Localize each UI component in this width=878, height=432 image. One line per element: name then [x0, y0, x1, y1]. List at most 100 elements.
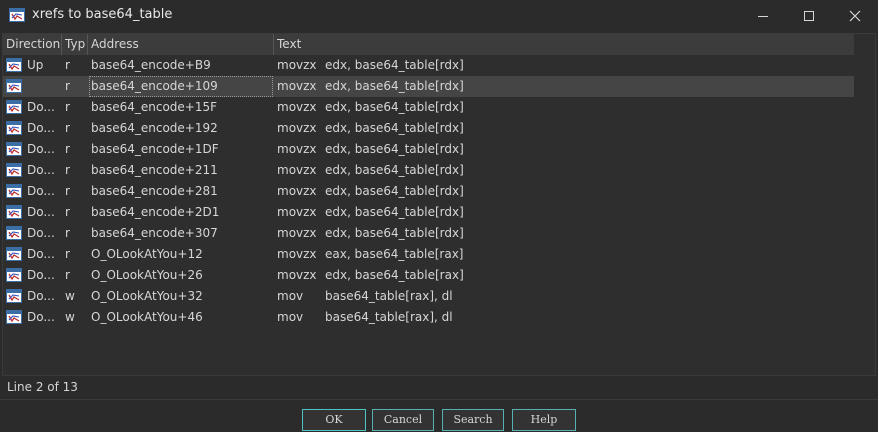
- cell-direction: Up: [27, 58, 44, 72]
- vertical-scrollbar[interactable]: [854, 34, 875, 375]
- column-header-type[interactable]: Typ: [62, 34, 88, 55]
- list-header: Direction Typ Address Text: [3, 34, 855, 55]
- window-title: xrefs to base64_table: [32, 7, 173, 22]
- cell-direction: Do...: [27, 268, 55, 282]
- xref-row-icon: [6, 163, 22, 177]
- cell-operands: edx, base64_table[rdx]: [325, 226, 464, 240]
- xref-window-icon: [9, 8, 25, 22]
- cell-type: r: [65, 205, 70, 219]
- cell-mnemonic: movzx: [277, 226, 317, 240]
- cell-address: O_OLookAtYou+12: [91, 247, 203, 261]
- search-button[interactable]: Search: [442, 409, 504, 431]
- list-rows: Up r base64_encode+B9 movzx edx, base64_tabl…: [3, 55, 855, 328]
- cell-direction: [27, 76, 61, 97]
- xref-row-icon: [6, 58, 22, 72]
- cell-operands: edx, base64_table[rdx]: [325, 100, 464, 114]
- cell-mnemonic: mov: [277, 289, 304, 303]
- table-row[interactable]: Do... r base64_encode+211 movzx edx, base64_…: [3, 160, 855, 181]
- cell-mnemonic: movzx: [277, 121, 317, 135]
- cell-operands: edx, base64_table[rdx]: [325, 58, 464, 72]
- xref-row-icon: [6, 205, 22, 219]
- cell-mnemonic: movzx: [277, 205, 317, 219]
- minimize-button[interactable]: [740, 0, 786, 31]
- table-row[interactable]: r base64_encode+109 movzx edx, base64_table…: [3, 76, 855, 97]
- xrefs-list[interactable]: Direction Typ Address Text Up r base64_enc…: [2, 33, 876, 376]
- cell-address: base64_encode+281: [91, 184, 218, 198]
- title-bar: xrefs to base64_table: [0, 0, 878, 31]
- xref-row-icon: [6, 79, 22, 93]
- cell-direction: Do...: [27, 100, 55, 114]
- cell-direction: Do...: [27, 247, 55, 261]
- cell-address: base64_encode+2D1: [91, 205, 220, 219]
- cell-direction: Do...: [27, 226, 55, 240]
- close-button[interactable]: [832, 0, 878, 31]
- cell-direction: Do...: [27, 289, 55, 303]
- table-row[interactable]: Do... r base64_encode+307 movzx edx, base64_…: [3, 223, 855, 244]
- cell-type: r: [65, 142, 70, 156]
- cell-type: r: [65, 79, 70, 93]
- cell-mnemonic: movzx: [277, 163, 317, 177]
- cell-operands: base64_table[rax], dl: [325, 310, 453, 324]
- cell-operands: edx, base64_table[rdx]: [325, 205, 464, 219]
- cell-direction: Do...: [27, 205, 55, 219]
- maximize-icon: [804, 10, 814, 21]
- column-header-address[interactable]: Address: [88, 34, 274, 55]
- cell-address: base64_encode+B9: [91, 58, 211, 72]
- table-row[interactable]: Do... w O_OLookAtYou+46 mov base64_table[rax…: [3, 307, 855, 328]
- table-row[interactable]: Do... r O_OLookAtYou+26 movzx edx, base64_ta…: [3, 265, 855, 286]
- xref-row-icon: [6, 310, 22, 324]
- maximize-button[interactable]: [786, 0, 832, 31]
- cell-direction: Do...: [27, 142, 55, 156]
- cell-direction: Do...: [27, 184, 55, 198]
- column-header-direction[interactable]: Direction: [3, 34, 62, 55]
- column-header-text[interactable]: Text: [274, 34, 855, 55]
- cell-mnemonic: movzx: [277, 142, 317, 156]
- cell-type: r: [65, 268, 70, 282]
- cell-address: base64_encode+109: [89, 76, 273, 97]
- cell-operands: edx, base64_table[rax]: [325, 268, 464, 282]
- cell-direction: Do...: [27, 310, 55, 324]
- cell-type: r: [65, 247, 70, 261]
- cell-type: w: [65, 289, 75, 303]
- xref-row-icon: [6, 142, 22, 156]
- cancel-button[interactable]: Cancel: [372, 409, 434, 431]
- cell-mnemonic: mov: [277, 310, 304, 324]
- xref-row-icon: [6, 121, 22, 135]
- cell-address: base64_encode+192: [91, 121, 218, 135]
- cell-type: w: [65, 310, 75, 324]
- cell-type: r: [65, 226, 70, 240]
- ok-button[interactable]: OK: [302, 409, 366, 431]
- minimize-icon: [758, 15, 768, 17]
- table-row[interactable]: Do... r base64_encode+281 movzx edx, base64_…: [3, 181, 855, 202]
- cell-type: r: [65, 184, 70, 198]
- xref-row-icon: [6, 268, 22, 282]
- cell-operands: edx, base64_table[rdx]: [325, 121, 464, 135]
- cell-type: r: [65, 121, 70, 135]
- cell-direction: Do...: [27, 121, 55, 135]
- table-row[interactable]: Do... r base64_encode+192 movzx edx, base64_…: [3, 118, 855, 139]
- cell-address: base64_encode+15F: [91, 100, 218, 114]
- table-row[interactable]: Do... r base64_encode+15F movzx edx, base64_…: [3, 97, 855, 118]
- xref-row-icon: [6, 226, 22, 240]
- cell-type: r: [65, 163, 70, 177]
- cell-address: O_OLookAtYou+46: [91, 310, 203, 324]
- cell-address: base64_encode+307: [91, 226, 218, 240]
- cell-type: r: [65, 58, 70, 72]
- cell-address: O_OLookAtYou+26: [91, 268, 203, 282]
- table-row[interactable]: Do... r O_OLookAtYou+12 movzx eax, base64_ta…: [3, 244, 855, 265]
- help-button[interactable]: Help: [512, 409, 576, 431]
- cell-mnemonic: movzx: [277, 100, 317, 114]
- table-row[interactable]: Up r base64_encode+B9 movzx edx, base64_tabl…: [3, 55, 855, 76]
- table-row[interactable]: Do... r base64_encode+1DF movzx edx, base64_…: [3, 139, 855, 160]
- xref-row-icon: [6, 184, 22, 198]
- table-row[interactable]: Do... r base64_encode+2D1 movzx edx, base64_…: [3, 202, 855, 223]
- cell-direction: Do...: [27, 163, 55, 177]
- xref-row-icon: [6, 247, 22, 261]
- table-row[interactable]: Do... w O_OLookAtYou+32 mov base64_table[rax…: [3, 286, 855, 307]
- cell-mnemonic: movzx: [277, 58, 317, 72]
- cell-mnemonic: movzx: [277, 247, 317, 261]
- cell-operands: edx, base64_table[rdx]: [325, 142, 464, 156]
- cell-operands: edx, base64_table[rdx]: [325, 184, 464, 198]
- cell-mnemonic: movzx: [277, 268, 317, 282]
- cell-operands: base64_table[rax], dl: [325, 289, 453, 303]
